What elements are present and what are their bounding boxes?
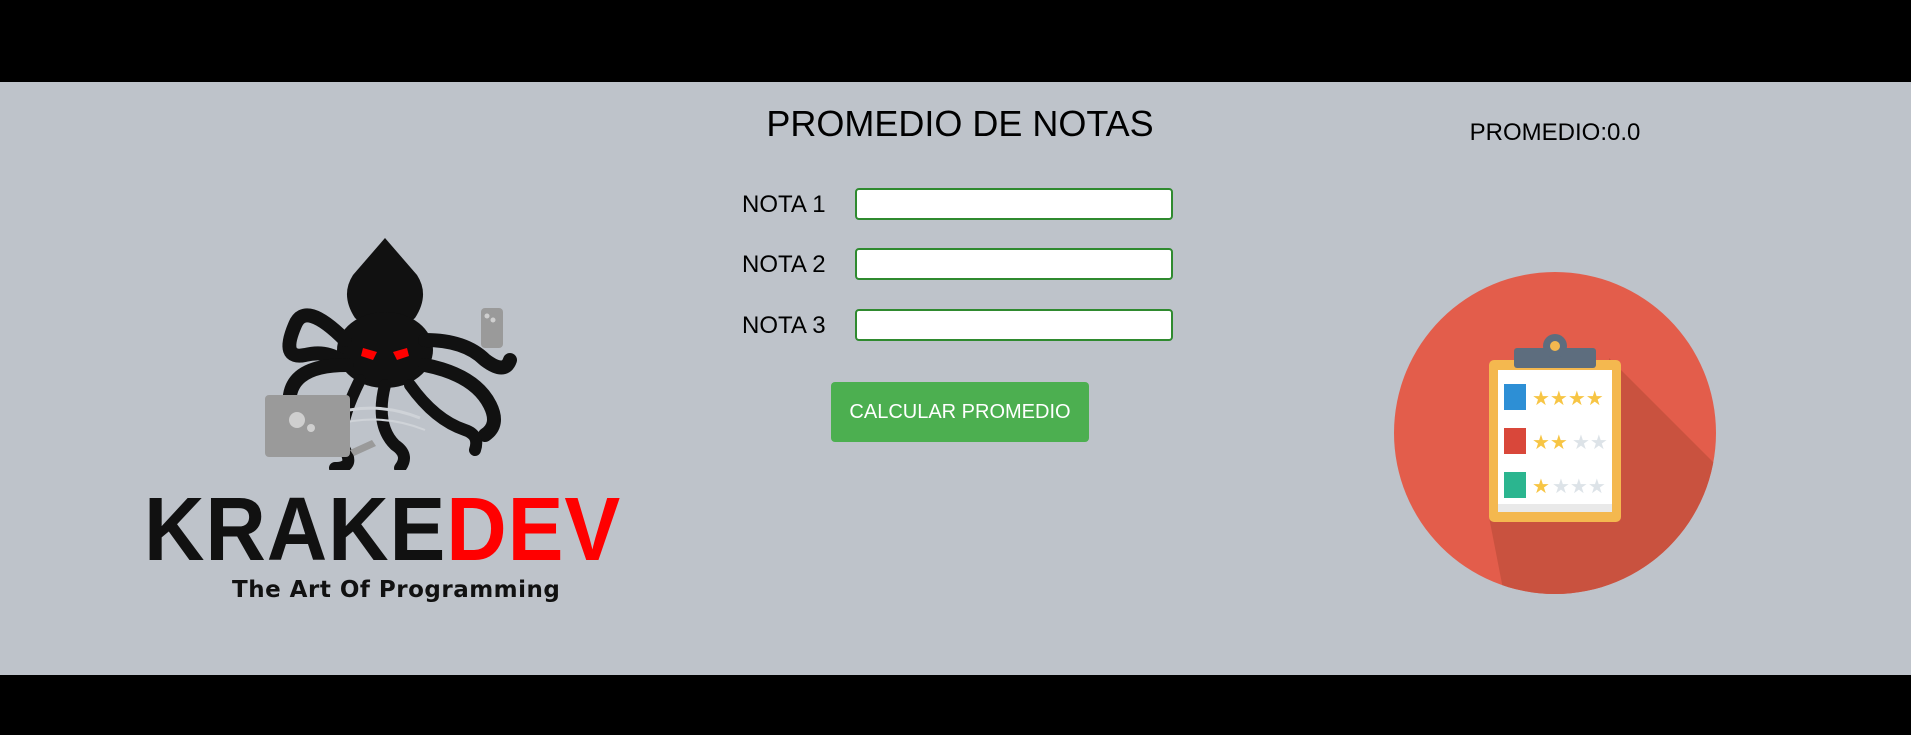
kraken-octopus-icon [265,238,517,470]
svg-text:★★: ★★ [1532,430,1568,454]
clipboard-rating-icon: ★★★★ ★★ ★★ ★ ★★★ [1394,272,1716,594]
promedio-value: 0.0 [1606,119,1641,146]
brand-name: KRAKEDEV [144,485,621,575]
promedio-label: PROMEDIO: [1469,119,1607,146]
bottom-bar [0,675,1911,735]
brand-name-part2: DEV [446,480,622,580]
top-bar [0,0,1911,82]
nota-2-label: NOTA 2 [742,251,826,278]
svg-text:★★★: ★★★ [1552,474,1606,498]
nota-1-input[interactable] [855,188,1173,220]
svg-text:★★★★: ★★★★ [1532,386,1604,410]
promedio-result: PROMEDIO:0.0 [1410,121,1700,145]
nota-1-label: NOTA 1 [742,191,826,218]
krakedev-logo: KRAKEDEV The Art Of Programming [140,150,620,610]
nota-3-input[interactable] [855,309,1173,341]
nota-2-input[interactable] [855,248,1173,280]
nota-3-label: NOTA 3 [742,312,826,339]
svg-text:★: ★ [1532,474,1550,498]
brand-tagline: The Art Of Programming [232,577,561,603]
svg-text:★★: ★★ [1572,430,1608,454]
calcular-promedio-button[interactable]: CALCULAR PROMEDIO [831,382,1089,442]
brand-name-part1: KRAKE [144,480,447,580]
page-title: PROMEDIO DE NOTAS [766,103,1154,144]
